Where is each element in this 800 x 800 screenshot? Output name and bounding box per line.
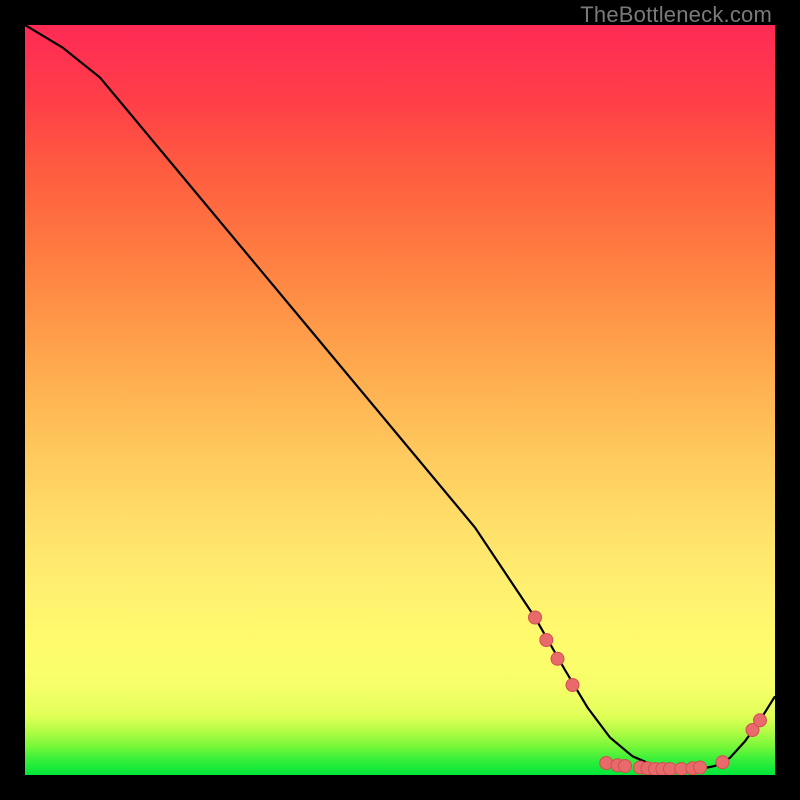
data-marker (619, 760, 632, 773)
data-marker (694, 761, 707, 774)
data-marker (754, 714, 767, 727)
data-marker (716, 756, 729, 769)
data-marker (566, 679, 579, 692)
data-marker (540, 634, 553, 647)
data-marker (551, 652, 564, 665)
bottleneck-curve (25, 25, 775, 769)
data-markers (529, 611, 767, 775)
plot-area (25, 25, 775, 775)
data-marker (529, 611, 542, 624)
chart-overlay (25, 25, 775, 775)
data-marker (600, 757, 613, 770)
chart-stage: TheBottleneck.com (0, 0, 800, 800)
